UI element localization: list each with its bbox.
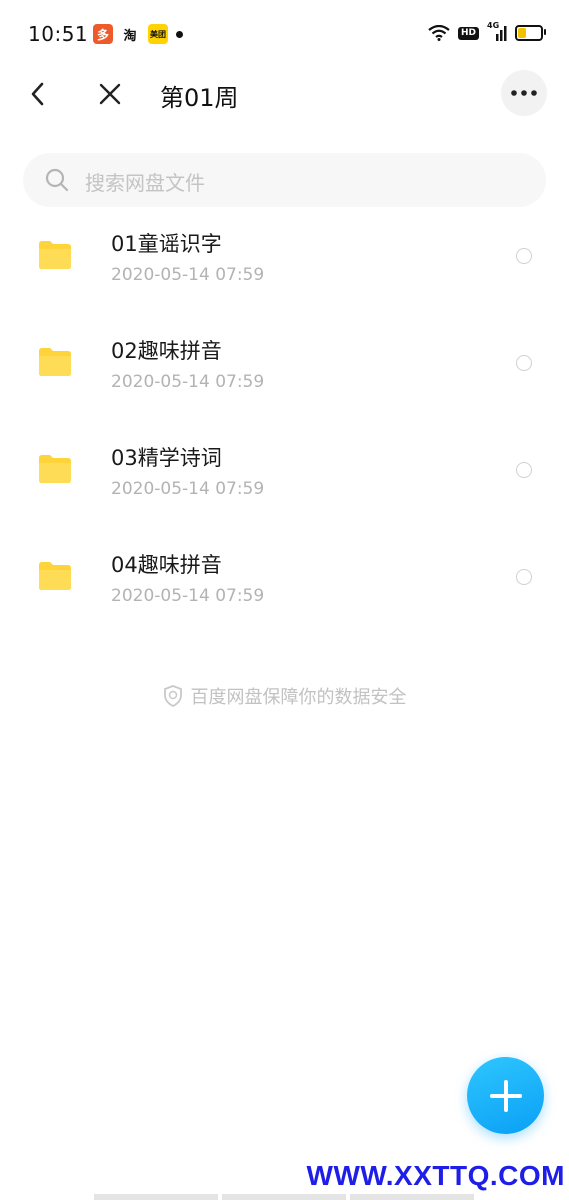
folder-icon xyxy=(39,562,71,590)
close-icon xyxy=(99,83,121,105)
back-button[interactable] xyxy=(22,78,54,110)
shield-icon xyxy=(163,685,182,707)
file-name: 01童谣识字 xyxy=(111,232,222,256)
bottom-tab-strip xyxy=(94,1194,474,1200)
plus-icon xyxy=(489,1079,522,1112)
file-list-item[interactable]: 01童谣识字 2020-05-14 07:59 xyxy=(0,210,569,317)
signal-4g-icon: 4G xyxy=(487,21,507,42)
search-placeholder: 搜索网盘文件 xyxy=(85,171,205,195)
search-input[interactable]: 搜索网盘文件 xyxy=(23,153,546,207)
file-list-item[interactable]: 03精学诗词 2020-05-14 07:59 xyxy=(0,424,569,531)
select-radio[interactable] xyxy=(516,248,532,264)
bottom-strip-segment xyxy=(222,1194,346,1200)
more-options-button[interactable] xyxy=(501,70,547,116)
page-title: 第01周 xyxy=(160,84,239,112)
folder-icon xyxy=(39,348,71,376)
select-radio[interactable] xyxy=(516,569,532,585)
file-date: 2020-05-14 07:59 xyxy=(111,265,265,285)
meituan-app-icon: 美团 xyxy=(148,24,168,44)
file-list: 01童谣识字 2020-05-14 07:59 02趣味拼音 2020-05-1… xyxy=(0,210,569,638)
file-list-item[interactable]: 04趣味拼音 2020-05-14 07:59 xyxy=(0,531,569,638)
file-list-item[interactable]: 02趣味拼音 2020-05-14 07:59 xyxy=(0,317,569,424)
file-date: 2020-05-14 07:59 xyxy=(111,586,265,606)
close-button[interactable] xyxy=(94,78,126,110)
security-note: 百度网盘保障你的数据安全 xyxy=(0,683,569,709)
select-radio[interactable] xyxy=(516,355,532,371)
bottom-strip-segment xyxy=(94,1194,218,1200)
chevron-left-icon xyxy=(31,82,44,106)
search-icon xyxy=(45,168,69,192)
more-horizontal-icon xyxy=(511,90,537,96)
battery-icon xyxy=(515,25,546,41)
status-bar: 10:51 多 淘 美团 HD 4G xyxy=(0,0,569,70)
more-notifications-dot-icon xyxy=(176,31,183,38)
file-date: 2020-05-14 07:59 xyxy=(111,372,265,392)
folder-icon xyxy=(39,455,71,483)
pinduoduo-app-icon: 多 xyxy=(93,24,113,44)
select-radio[interactable] xyxy=(516,462,532,478)
add-button[interactable] xyxy=(467,1057,544,1134)
file-name: 03精学诗词 xyxy=(111,446,222,470)
watermark-text: WWW.XXTTQ.COM xyxy=(306,1160,565,1191)
battery-level-fill xyxy=(518,28,527,38)
app-screen: 10:51 多 淘 美团 HD 4G 第01周 搜索网盘文件 01童谣识字 20… xyxy=(0,0,569,1200)
system-icons: HD 4G xyxy=(428,21,546,42)
bottom-strip-segment xyxy=(350,1194,474,1200)
taobao-app-icon: 淘 xyxy=(123,28,137,44)
wifi-icon xyxy=(428,25,450,41)
hd-voice-badge: HD xyxy=(457,26,479,40)
security-note-text: 百度网盘保障你的数据安全 xyxy=(190,687,407,708)
file-name: 04趣味拼音 xyxy=(111,553,222,577)
folder-icon xyxy=(39,241,71,269)
file-date: 2020-05-14 07:59 xyxy=(111,479,265,499)
status-time: 10:51 xyxy=(28,22,89,46)
navigation-bar: 第01周 xyxy=(0,64,569,124)
file-name: 02趣味拼音 xyxy=(111,339,222,363)
